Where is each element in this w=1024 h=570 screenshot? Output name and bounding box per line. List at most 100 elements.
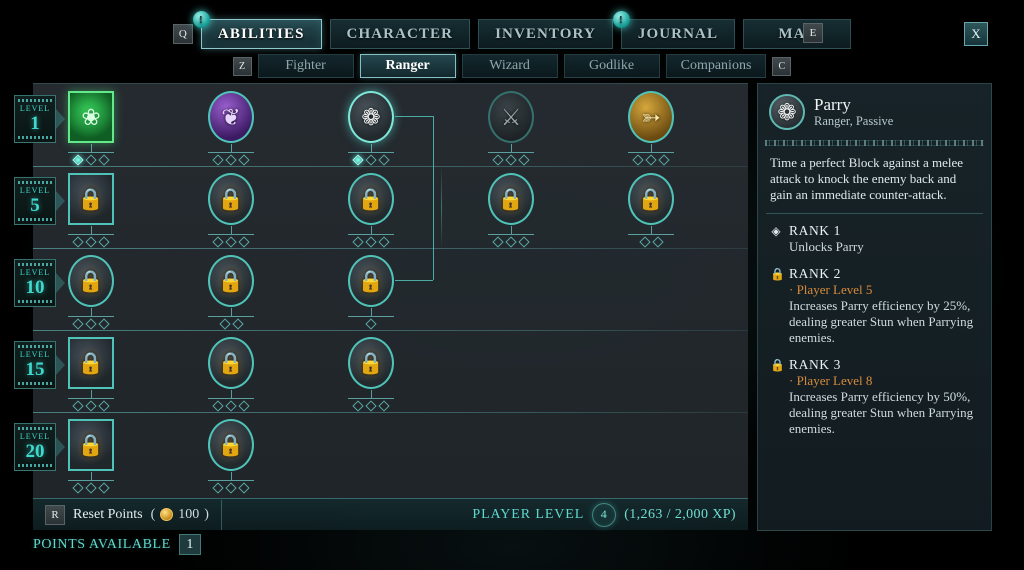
rank-pip[interactable] — [238, 482, 250, 494]
rank-pip[interactable] — [225, 236, 237, 248]
poison-flask-icon[interactable]: ❦ — [207, 90, 255, 144]
parry-icon[interactable]: ❁ — [347, 90, 395, 144]
locked-ability-icon[interactable]: 🔒 — [207, 254, 255, 308]
rank-pip[interactable] — [212, 400, 224, 412]
tab-map[interactable]: MAP — [743, 19, 852, 49]
ability-node[interactable]: ❦ — [200, 90, 262, 166]
locked-ability-icon[interactable]: 🔒 — [207, 418, 255, 472]
rank-pip[interactable] — [492, 154, 504, 166]
rank-pip[interactable] — [238, 154, 250, 166]
rank-pip[interactable] — [98, 482, 110, 494]
tab-journal[interactable]: ! JOURNAL — [612, 11, 736, 49]
rank-pip[interactable] — [212, 482, 224, 494]
rank-pip[interactable] — [225, 482, 237, 494]
rank-pip[interactable] — [98, 236, 110, 248]
rank-pip[interactable] — [72, 236, 84, 248]
locked-ability-icon[interactable]: 🔒 — [627, 172, 675, 226]
rank-pip[interactable] — [505, 154, 517, 166]
rank-pip[interactable] — [651, 236, 664, 248]
ability-node[interactable]: 🔒 — [60, 336, 122, 412]
ability-node[interactable]: 🔒 — [200, 418, 262, 494]
tab-inventory[interactable]: INVENTORY — [478, 19, 613, 49]
rank-pip[interactable] — [98, 400, 110, 412]
rank-pip[interactable] — [352, 400, 364, 412]
class-tab-fighter[interactable]: Fighter — [257, 54, 354, 78]
rank-pip[interactable] — [365, 236, 377, 248]
ability-node[interactable]: 🔒 — [200, 172, 262, 248]
locked-ability-icon[interactable]: 🔒 — [347, 254, 395, 308]
rank-pip[interactable] — [72, 400, 84, 412]
rank-pip[interactable] — [365, 318, 377, 330]
rank-pip[interactable] — [212, 236, 224, 248]
locked-ability-icon[interactable]: 🔒 — [67, 254, 115, 308]
rank-pip[interactable] — [378, 154, 390, 166]
rank-pip[interactable] — [518, 236, 530, 248]
rank-pip[interactable] — [378, 400, 390, 412]
rank-pip[interactable] — [505, 236, 517, 248]
rank-pip[interactable] — [225, 154, 237, 166]
ability-node[interactable]: ❁ — [340, 90, 402, 166]
rank-pip[interactable] — [638, 236, 651, 248]
class-tab-godlike[interactable]: Godlike — [563, 54, 660, 78]
vine-lash-icon[interactable]: ❀ — [67, 90, 115, 144]
ability-node[interactable]: ⚔ — [480, 90, 542, 166]
rank-pip[interactable] — [98, 154, 110, 166]
rank-pip[interactable] — [85, 318, 97, 330]
ability-node[interactable]: ❀ — [60, 90, 122, 166]
key-hint-q[interactable]: Q — [172, 24, 193, 44]
class-tab-companions[interactable]: Companions — [665, 54, 767, 78]
rank-pip[interactable] — [378, 236, 390, 248]
rank-pip[interactable] — [365, 154, 377, 166]
arrow-volley-icon[interactable]: ➳ — [627, 90, 675, 144]
locked-ability-icon[interactable]: 🔒 — [67, 336, 115, 390]
close-button[interactable]: X — [964, 22, 988, 46]
ability-node[interactable]: 🔒 — [60, 418, 122, 494]
rank-pip[interactable] — [658, 154, 670, 166]
rank-pip[interactable] — [365, 400, 377, 412]
rank-pip[interactable] — [632, 154, 644, 166]
locked-ability-icon[interactable]: 🔒 — [347, 172, 395, 226]
crossed-blades-icon[interactable]: ⚔ — [487, 90, 535, 144]
ability-node[interactable]: 🔒 — [60, 172, 122, 248]
rank-pip[interactable] — [72, 154, 84, 166]
rank-pip[interactable] — [212, 154, 224, 166]
rank-pip[interactable] — [85, 236, 97, 248]
ability-node[interactable]: 🔒 — [340, 172, 402, 248]
rank-pip[interactable] — [85, 400, 97, 412]
rank-pip[interactable] — [238, 236, 250, 248]
tab-abilities[interactable]: ! ABILITIES — [192, 11, 322, 49]
ability-node[interactable]: 🔒 — [620, 172, 682, 248]
rank-pip[interactable] — [85, 482, 97, 494]
rank-pip[interactable] — [72, 482, 84, 494]
rank-pip[interactable] — [518, 154, 530, 166]
tab-character[interactable]: CHARACTER — [329, 19, 471, 49]
locked-ability-icon[interactable]: 🔒 — [207, 336, 255, 390]
class-tab-ranger[interactable]: Ranger — [359, 54, 456, 78]
ability-node[interactable]: 🔒 — [200, 254, 262, 330]
ability-node[interactable]: 🔒 — [60, 254, 122, 330]
locked-ability-icon[interactable]: 🔒 — [207, 172, 255, 226]
ability-node[interactable]: 🔒 — [200, 336, 262, 412]
locked-ability-icon[interactable]: 🔒 — [67, 418, 115, 472]
rank-pip[interactable] — [72, 318, 84, 330]
rank-pip[interactable] — [645, 154, 657, 166]
rank-pip[interactable] — [225, 400, 237, 412]
rank-pip[interactable] — [85, 154, 97, 166]
rank-pip[interactable] — [218, 318, 231, 330]
key-hint-c[interactable]: C — [772, 56, 792, 76]
key-hint-z[interactable]: Z — [232, 56, 252, 76]
ability-node[interactable]: ➳ — [620, 90, 682, 166]
locked-ability-icon[interactable]: 🔒 — [67, 172, 115, 226]
ability-node[interactable]: 🔒 — [340, 254, 402, 330]
ability-node[interactable]: 🔒 — [340, 336, 402, 412]
rank-pip[interactable] — [352, 236, 364, 248]
rank-pip[interactable] — [98, 318, 110, 330]
locked-ability-icon[interactable]: 🔒 — [347, 336, 395, 390]
locked-ability-icon[interactable]: 🔒 — [487, 172, 535, 226]
rank-pip[interactable] — [238, 400, 250, 412]
key-hint-e[interactable]: E — [803, 23, 823, 43]
rank-pip[interactable] — [492, 236, 504, 248]
ability-node[interactable]: 🔒 — [480, 172, 542, 248]
rank-pip[interactable] — [231, 318, 244, 330]
rank-pip[interactable] — [352, 154, 364, 166]
